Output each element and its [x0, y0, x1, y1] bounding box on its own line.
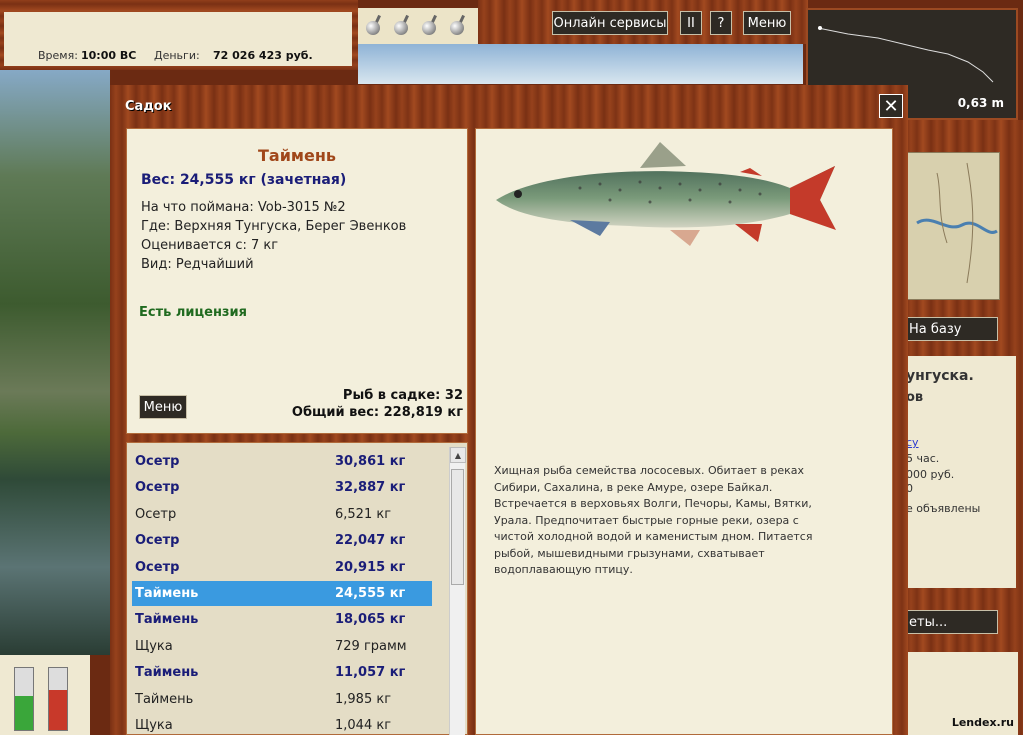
catch-list-item[interactable]: Осетр 30,861 кг	[132, 449, 432, 474]
catch-fish-name: Таймень	[135, 665, 199, 681]
scroll-thumb[interactable]	[451, 469, 464, 585]
info-duration: 5 час.	[906, 452, 940, 465]
catch-fish-weight: 11,057 кг	[335, 665, 406, 681]
catch-list-item[interactable]: Таймень 1,985 кг	[132, 687, 432, 712]
catch-fish-name: Щука	[135, 718, 173, 733]
catch-fish-weight: 6,521 кг	[335, 506, 392, 522]
catch-list-item[interactable]: Щука 729 грамм	[132, 634, 432, 659]
fish-description: Хищная рыба семейства лососевых. Обитает…	[494, 464, 813, 576]
reports-button[interactable]: еты...	[906, 610, 998, 634]
taimen-fish-image	[496, 142, 836, 246]
distance-readout: 0,63 m	[957, 96, 1004, 110]
scrollbar[interactable]: ▲	[449, 447, 466, 735]
catch-list-item[interactable]: Таймень 11,057 кг	[132, 660, 432, 685]
time-label: Время:	[38, 49, 78, 62]
to-base-button[interactable]: На базу	[906, 317, 998, 341]
fish-value-threshold: Оценивается с: 7 кг	[141, 238, 279, 253]
main-menu-button[interactable]: Меню	[743, 11, 791, 35]
catch-list-item[interactable]: Таймень 24,555 кг	[132, 581, 432, 606]
right-bottom-panel: Lendex.ru	[906, 652, 1018, 735]
catch-list-item[interactable]: Таймень 18,065 кг	[132, 607, 432, 632]
catch-fish-name: Таймень	[135, 586, 199, 601]
catch-list-item[interactable]: Щука 1,044 кг	[132, 713, 432, 734]
fish-menu-button[interactable]: Меню	[139, 395, 187, 419]
catch-fish-weight: 32,887 кг	[335, 480, 406, 496]
info-price: 000 руб.	[906, 468, 955, 481]
catch-fish-name: Таймень	[135, 612, 199, 628]
lure-icon[interactable]	[392, 14, 414, 37]
watermark: Lendex.ru	[951, 716, 1014, 729]
catch-list-item[interactable]: Осетр 22,047 кг	[132, 528, 432, 553]
lure-icon[interactable]	[364, 14, 386, 37]
location-sub: ов	[906, 390, 924, 405]
catch-fish-weight: 18,065 кг	[335, 612, 406, 628]
gauge-red	[48, 667, 68, 731]
window-title: Садок	[125, 99, 172, 114]
gauges-panel	[0, 655, 90, 735]
time-value: 10:00 ВС	[81, 49, 137, 62]
fish-bait: На что поймана: Vob-3015 №2	[141, 200, 346, 215]
catch-fish-name: Щука	[135, 638, 173, 654]
map-thumbnail[interactable]	[906, 152, 1000, 300]
catch-fish-name: Осетр	[135, 480, 180, 496]
scroll-up-icon[interactable]: ▲	[450, 447, 466, 463]
catch-fish-name: Осетр	[135, 559, 180, 575]
catch-list: Осетр 30,861 кг Осетр 32,887 кг Осетр 6,521 к…	[126, 442, 468, 735]
catch-fish-weight: 30,861 кг	[335, 454, 406, 469]
catch-fish-name: Осетр	[135, 533, 180, 549]
sky-scenery	[358, 44, 803, 84]
catch-list-item[interactable]: Осетр 20,915 кг	[132, 555, 432, 580]
catch-fish-weight: 22,047 кг	[335, 533, 406, 549]
total-weight: Общий вес: 228,819 кг	[291, 405, 463, 420]
fish-name: Таймень	[257, 146, 337, 165]
lure-icon[interactable]	[448, 14, 470, 37]
location-info-panel: унгуска. ов су 5 час. 000 руб. 0 е объяв…	[906, 356, 1016, 588]
license-status: Есть лицензия	[139, 305, 247, 320]
catch-list-item[interactable]: Осетр 32,887 кг	[132, 475, 432, 500]
pause-button[interactable]: II	[680, 11, 702, 35]
location-name: унгуска.	[906, 368, 974, 384]
close-button[interactable]: ✕	[879, 94, 903, 118]
catch-fish-name: Осетр	[135, 454, 180, 469]
catch-fish-weight: 1,985 кг	[335, 691, 392, 707]
catch-fish-weight: 729 грамм	[335, 638, 407, 654]
catch-fish-weight: 1,044 кг	[335, 718, 392, 733]
money-label: Деньги:	[154, 49, 200, 62]
river-map-icon	[916, 162, 998, 284]
catch-fish-name: Таймень	[135, 691, 194, 707]
catch-fish-weight: 20,915 кг	[335, 559, 406, 575]
fish-weight: Вес: 24,555 кг (зачетная)	[141, 172, 347, 188]
lure-icon[interactable]	[420, 14, 442, 37]
lure-slots	[358, 8, 478, 44]
catch-fish-name: Осетр	[135, 506, 177, 522]
catch-fish-weight: 24,555 кг	[335, 586, 406, 601]
fish-count: Рыб в садке: 32	[342, 388, 463, 403]
river-scenery	[0, 70, 110, 655]
fish-rarity: Вид: Редчайший	[141, 257, 254, 272]
help-button[interactable]: ?	[710, 11, 732, 35]
info-note: е объявлены	[906, 502, 981, 515]
gauge-green	[14, 667, 34, 731]
money-value: 72 026 423 руб.	[213, 49, 313, 62]
online-services-button[interactable]: Онлайн сервисы	[552, 11, 668, 35]
fish-location: Где: Верхняя Тунгуска, Берег Эвенков	[141, 219, 407, 234]
catch-list-item[interactable]: Осетр 6,521 кг	[132, 502, 432, 527]
